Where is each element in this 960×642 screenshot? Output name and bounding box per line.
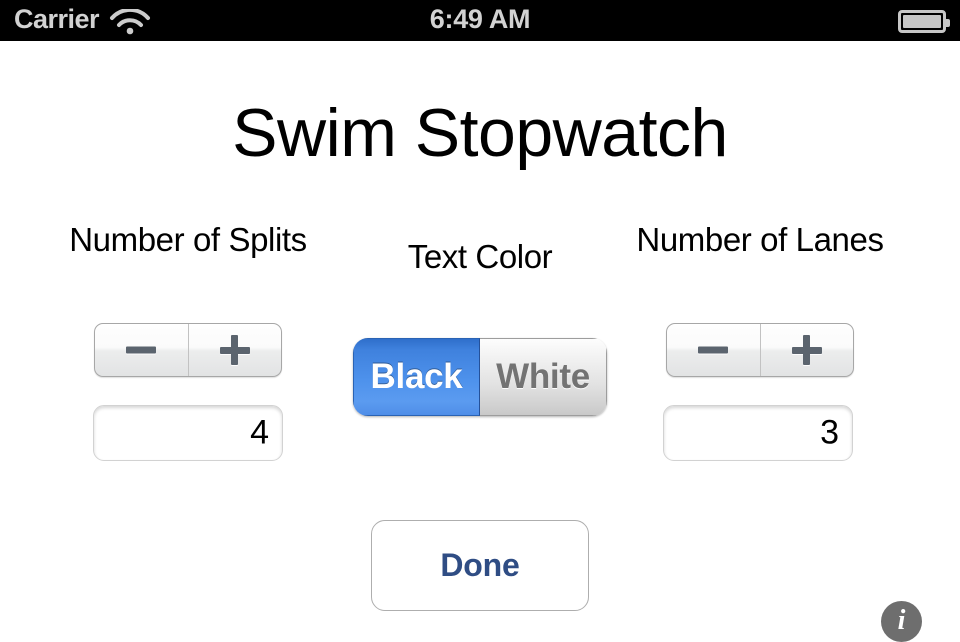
info-icon[interactable]: i: [881, 601, 922, 642]
plus-icon: [219, 335, 250, 365]
minus-icon: [126, 346, 157, 354]
lanes-stepper[interactable]: [666, 323, 854, 377]
splits-input[interactable]: 4: [93, 405, 283, 461]
splits-label: Number of Splits: [69, 221, 307, 258]
splits-decrement-button[interactable]: [95, 324, 188, 376]
text-color-segmented-control[interactable]: Black White: [353, 338, 607, 416]
status-bar: Carrier 6:49 AM: [0, 0, 960, 41]
text-color-label: Text Color: [407, 238, 553, 275]
settings-screen: Swim Stopwatch Number of Splits 4 Text C…: [0, 41, 960, 642]
status-time: 6:49 AM: [429, 4, 531, 34]
splits-stepper[interactable]: [94, 323, 282, 377]
battery-full-icon: [898, 10, 950, 33]
info-glyph: i: [897, 604, 906, 636]
lanes-input[interactable]: 3: [663, 405, 853, 461]
plus-icon: [791, 335, 822, 365]
page-title: Swim Stopwatch: [232, 95, 728, 171]
done-button[interactable]: Done: [371, 520, 589, 611]
segment-white[interactable]: White: [480, 338, 607, 416]
splits-increment-button[interactable]: [187, 324, 282, 376]
battery-fill: [903, 15, 941, 28]
minus-icon: [698, 346, 729, 354]
lanes-increment-button[interactable]: [759, 324, 854, 376]
lanes-decrement-button[interactable]: [667, 324, 760, 376]
splits-value: 4: [250, 413, 269, 452]
lanes-value: 3: [820, 413, 839, 452]
lanes-label: Number of Lanes: [636, 221, 884, 258]
segment-black[interactable]: Black: [353, 338, 480, 416]
